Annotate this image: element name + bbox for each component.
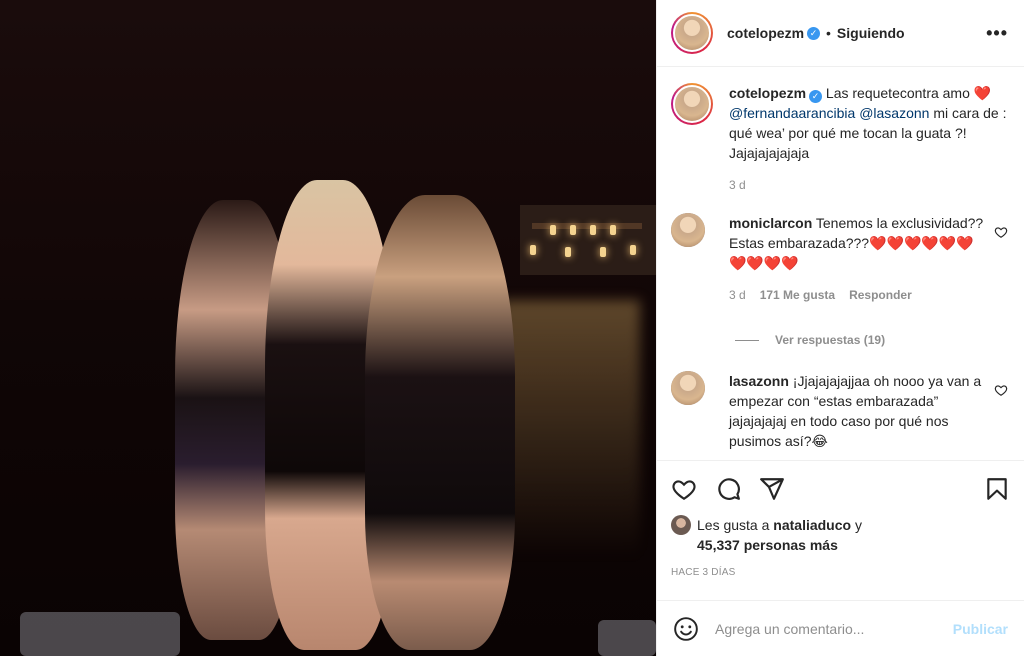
likes-prefix: Les gusta a	[697, 517, 770, 533]
mention-link[interactable]: @fernandaarancibia	[729, 105, 855, 121]
post-header: cotelopezm ✓ • Siguiendo •••	[657, 0, 1024, 67]
caption-time[interactable]: 3 d	[729, 175, 746, 195]
reply-button[interactable]: Responder	[849, 285, 912, 305]
liker-username[interactable]: nataliaduco	[773, 517, 851, 533]
view-replies-button[interactable]: Ver respuestas (19)	[735, 333, 1008, 347]
comment-like-heart-icon[interactable]	[994, 225, 1008, 239]
comment: moniclarcon Tenemos la exclusividad?? Es…	[671, 213, 1008, 305]
comment-username[interactable]: moniclarcon	[729, 215, 812, 231]
caption-text: Las requetecontra amo	[825, 85, 970, 101]
bookmark-icon[interactable]	[984, 476, 1010, 502]
author-username[interactable]: cotelopezm	[727, 25, 804, 41]
share-icon[interactable]	[759, 476, 785, 502]
comment-meta: 3 d 171 Me gusta Responder	[729, 285, 984, 305]
instagram-post-modal: cotelopezm ✓ • Siguiendo ••• cotelopezm ✓…	[0, 0, 1024, 656]
add-comment-bar: Publicar	[657, 600, 1024, 656]
caption: cotelopezm ✓ Las requetecontra amo ❤️ @fe…	[671, 83, 1008, 195]
comment-body: lasazonn ¡Jjajajajajjaa oh nooo ya van a…	[729, 371, 984, 451]
separator-dot: •	[826, 25, 831, 41]
photo-dock-right	[598, 620, 656, 656]
author-info: cotelopezm ✓ • Siguiendo	[727, 25, 905, 41]
mention-link[interactable]: @lasazonn	[859, 105, 929, 121]
likes-count[interactable]: 45,337 personas más	[697, 537, 838, 553]
likes-summary: Les gusta a nataliaduco y 45,337 persona…	[671, 515, 1010, 555]
emoji-icon[interactable]	[673, 616, 699, 642]
following-button[interactable]: Siguiendo	[837, 25, 905, 41]
comment-input[interactable]	[715, 620, 953, 637]
post-photo[interactable]	[0, 0, 656, 656]
commenter-avatar[interactable]	[671, 371, 705, 405]
commenter-avatar[interactable]	[671, 213, 705, 247]
heart-emoji: ❤️	[973, 85, 992, 101]
photo-person-right	[365, 195, 515, 650]
comment: lasazonn ¡Jjajajajajjaa oh nooo ya van a…	[671, 371, 1008, 451]
post-side-panel: cotelopezm ✓ • Siguiendo ••• cotelopezm ✓…	[656, 0, 1024, 656]
view-replies-label: Ver respuestas (19)	[775, 333, 886, 347]
post-actions: Les gusta a nataliaduco y 45,337 persona…	[657, 460, 1024, 600]
caption-body: cotelopezm ✓ Las requetecontra amo ❤️ @fe…	[729, 83, 1008, 195]
publish-button[interactable]: Publicar	[953, 621, 1008, 637]
comment-icon[interactable]	[715, 476, 741, 502]
liker-avatar[interactable]	[671, 515, 691, 535]
caption-username[interactable]: cotelopezm	[729, 85, 806, 101]
likes-and: y	[854, 517, 862, 533]
comment-body: moniclarcon Tenemos la exclusividad?? Es…	[729, 213, 984, 305]
like-heart-icon[interactable]	[671, 476, 697, 502]
photo-dock-left	[20, 612, 180, 656]
replies-divider-line	[735, 339, 759, 341]
comments-list[interactable]: cotelopezm ✓ Las requetecontra amo ❤️ @fe…	[657, 67, 1024, 460]
verified-badge-icon: ✓	[807, 26, 821, 40]
comment-username[interactable]: lasazonn	[729, 373, 789, 389]
comment-likes[interactable]: 171 Me gusta	[760, 285, 835, 305]
more-options-icon[interactable]: •••	[986, 23, 1008, 44]
caption-avatar[interactable]	[671, 83, 713, 125]
comment-like-heart-icon[interactable]	[994, 383, 1008, 397]
verified-badge-icon: ✓	[809, 90, 823, 103]
photo-light-reflection	[500, 300, 640, 560]
caption-meta: 3 d	[729, 175, 1008, 195]
author-avatar[interactable]	[671, 12, 713, 54]
post-date[interactable]: HACE 3 DÍAS	[671, 567, 1010, 578]
action-icons	[671, 469, 1010, 509]
comment-time[interactable]: 3 d	[729, 285, 746, 305]
